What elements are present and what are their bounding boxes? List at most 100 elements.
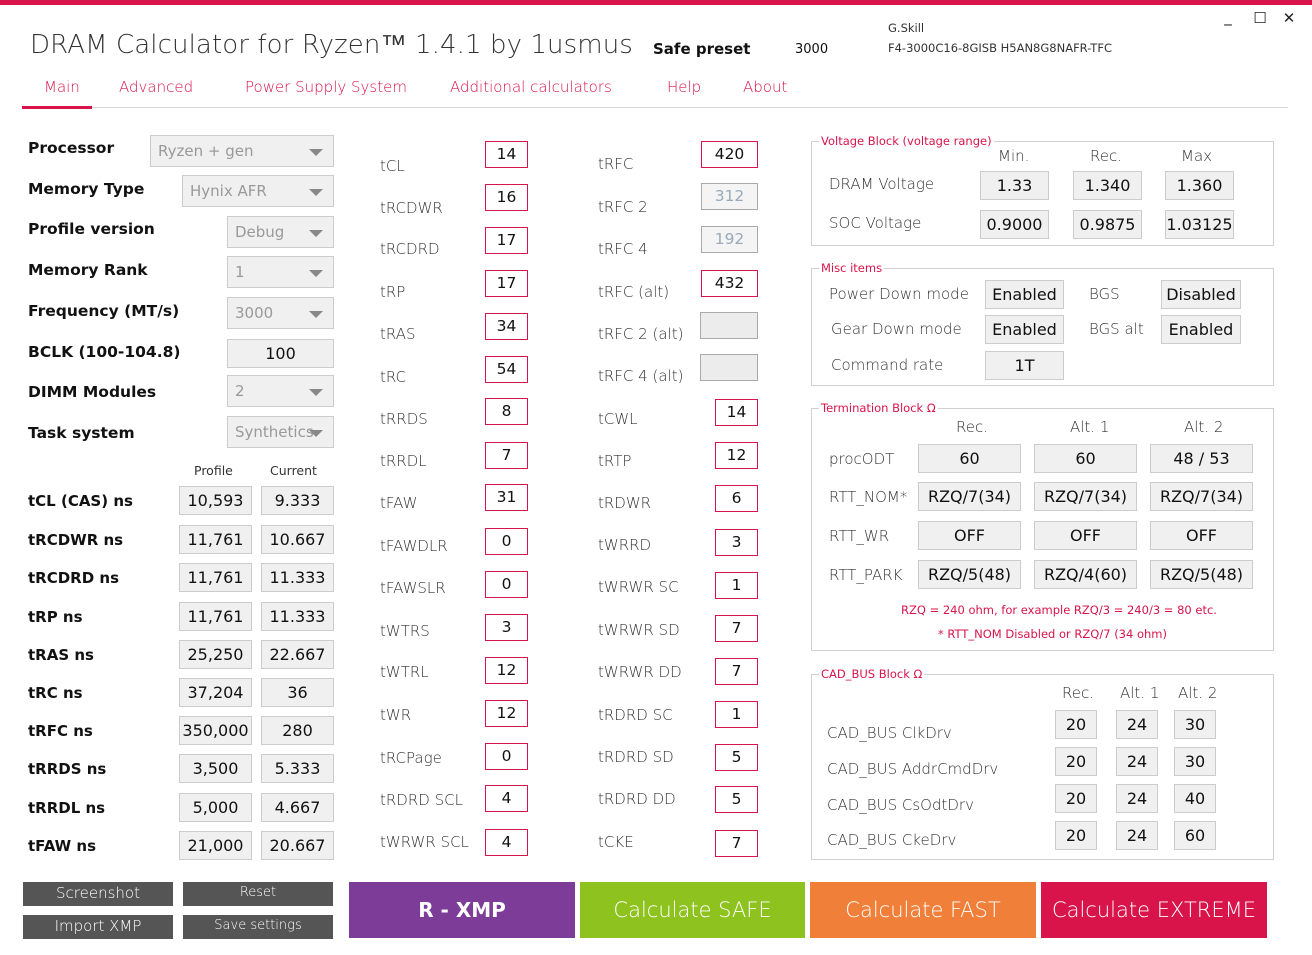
ns-profile-value: 10,593 — [179, 486, 252, 515]
dimm-modules-select[interactable]: 2 — [227, 375, 334, 407]
screenshot-button[interactable]: Screenshot — [23, 882, 173, 906]
rfc-timing-input[interactable]: 312 — [701, 183, 758, 210]
power-down-mode-label: Power Down mode — [829, 285, 969, 303]
rfc-timing-input[interactable]: 192 — [701, 226, 758, 253]
timing-input[interactable]: 12 — [715, 442, 758, 469]
timing-label: tFAWDLR — [380, 537, 448, 555]
timing-input[interactable]: 3 — [715, 529, 758, 556]
rfc-timing-input[interactable]: 432 — [701, 270, 758, 297]
ns-profile-value: 11,761 — [179, 525, 252, 554]
termination-value: OFF — [1034, 521, 1137, 550]
timing-input[interactable]: 0 — [485, 743, 528, 770]
ns-profile-value: 11,761 — [179, 563, 252, 592]
ns-current-value: 20.667 — [261, 831, 334, 860]
tab-power-supply-system[interactable]: Power Supply System — [245, 78, 407, 96]
ns-row-label: tRFC ns — [28, 722, 93, 740]
timing-input[interactable]: 14 — [715, 399, 758, 426]
timing-label: tRDRD SCL — [380, 791, 463, 809]
timing-input[interactable]: 7 — [715, 615, 758, 642]
reset-button[interactable]: Reset — [183, 882, 333, 906]
timing-input[interactable]: 3 — [485, 614, 528, 641]
timing-input[interactable]: 17 — [485, 270, 528, 297]
memory-part-number: F4-3000C16-8GISB H5AN8G8NAFR-TFC — [888, 41, 1112, 55]
memory-type-select[interactable]: Hynix AFR — [182, 175, 334, 207]
ns-row-label: tRRDL ns — [28, 799, 106, 817]
tab-advanced[interactable]: Advanced — [119, 78, 193, 96]
ns-profile-value: 21,000 — [179, 831, 252, 860]
ns-profile-value: 11,761 — [179, 602, 252, 631]
timing-input[interactable]: 1 — [715, 572, 758, 599]
r-xmp-button[interactable]: R - XMP — [349, 882, 575, 938]
cad-bus-value: 24 — [1116, 821, 1158, 850]
cad-bus-value: 40 — [1174, 784, 1216, 813]
memory-rank-select[interactable]: 1 — [227, 256, 334, 288]
timing-input[interactable]: 5 — [715, 744, 758, 771]
rfc-timing-input[interactable] — [700, 312, 758, 339]
voltage-col-rec: Rec. — [1090, 147, 1122, 165]
maximize-button[interactable]: ☐ — [1250, 9, 1270, 27]
calculate-safe-button[interactable]: Calculate SAFE — [580, 882, 805, 938]
termination-value: RZQ/7(34) — [1034, 482, 1137, 511]
timing-label: tRCDRD — [380, 240, 440, 258]
timing-label: tRRDS — [380, 410, 428, 428]
timing-input[interactable]: 4 — [485, 829, 528, 856]
import-xmp-button[interactable]: Import XMP — [23, 915, 173, 939]
termination-row-label: RTT_WR — [829, 527, 890, 545]
tab-about[interactable]: About — [743, 78, 787, 96]
bclk-input[interactable]: 100 — [227, 339, 334, 368]
timing-input[interactable]: 12 — [485, 657, 528, 684]
timing-label: tRC — [380, 368, 407, 386]
save-settings-button[interactable]: Save settings — [183, 915, 333, 939]
ns-row-label: tFAW ns — [28, 837, 97, 855]
termination-value: RZQ/7(34) — [1150, 482, 1253, 511]
timing-input[interactable]: 16 — [485, 184, 528, 211]
chevron-down-icon — [309, 270, 323, 277]
memory-rank-label: Memory Rank — [28, 261, 148, 279]
rtt-nom-note: * RTT_NOM Disabled or RZQ/7 (34 ohm) — [938, 627, 1167, 641]
cad-bus-row-label: CAD_BUS CkeDrv — [827, 831, 957, 849]
frequency-select[interactable]: 3000 — [227, 297, 334, 329]
rfc-timing-input[interactable]: 420 — [701, 141, 758, 168]
ns-current-value: 11.333 — [261, 563, 334, 592]
timing-input[interactable]: 12 — [485, 700, 528, 727]
timing-input[interactable]: 7 — [485, 442, 528, 469]
profile-column-header: Profile — [194, 463, 233, 478]
profile-version-select[interactable]: Debug — [227, 216, 334, 248]
memory-type-value: Hynix AFR — [190, 182, 267, 200]
timing-input[interactable]: 5 — [715, 786, 758, 813]
ns-current-value: 36 — [261, 678, 334, 707]
timing-input[interactable]: 31 — [485, 484, 528, 511]
timing-input[interactable]: 7 — [715, 658, 758, 685]
termination-value: 60 — [1034, 444, 1137, 473]
timing-input[interactable]: 8 — [485, 398, 528, 425]
dram-voltage-rec: 1.340 — [1073, 171, 1142, 200]
ns-profile-value: 350,000 — [179, 716, 252, 745]
ns-profile-value: 5,000 — [179, 793, 252, 822]
tab-main[interactable]: Main — [44, 78, 80, 96]
timing-label: tRDRD SC — [598, 706, 673, 724]
timing-input[interactable]: 17 — [485, 227, 528, 254]
processor-select[interactable]: Ryzen + gen — [150, 135, 334, 167]
timing-input[interactable]: 0 — [485, 528, 528, 555]
task-system-select[interactable]: Synthetics — [227, 416, 334, 448]
rfc-timing-input[interactable] — [700, 354, 758, 381]
bgs-alt-label: BGS alt — [1089, 320, 1144, 338]
calculate-fast-button[interactable]: Calculate FAST — [810, 882, 1036, 938]
timing-input[interactable]: 54 — [485, 356, 528, 383]
soc-voltage-rec: 0.9875 — [1073, 210, 1142, 239]
close-button[interactable]: ✕ — [1279, 9, 1299, 27]
tab-additional-calculators[interactable]: Additional calculators — [450, 78, 612, 96]
timing-input[interactable]: 0 — [485, 571, 528, 598]
memory-brand: G.Skill — [888, 21, 925, 35]
timing-input[interactable]: 34 — [485, 313, 528, 340]
timing-input[interactable]: 14 — [485, 141, 528, 168]
timing-label: tCKE — [598, 833, 634, 851]
calculate-extreme-button[interactable]: Calculate EXTREME — [1041, 882, 1267, 938]
timing-input[interactable]: 4 — [485, 785, 528, 812]
minimize-button[interactable]: _ — [1218, 8, 1238, 26]
timing-input[interactable]: 6 — [715, 485, 758, 512]
tab-help[interactable]: Help — [667, 78, 701, 96]
timing-input[interactable]: 7 — [715, 830, 758, 857]
timing-input[interactable]: 1 — [715, 701, 758, 728]
cad-bus-block-title: CAD_BUS Block Ω — [819, 667, 925, 681]
